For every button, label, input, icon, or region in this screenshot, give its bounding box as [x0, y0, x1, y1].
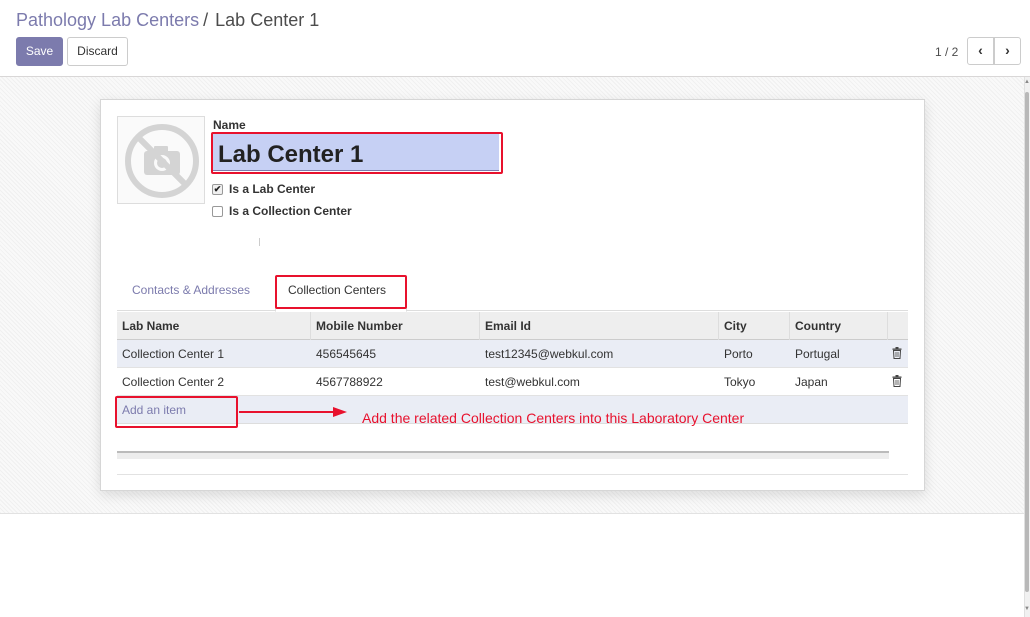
column-header-country[interactable]: Country [790, 312, 888, 340]
annotation-text: Add the related Collection Centers into … [362, 410, 745, 426]
is-lab-center-row: ✔ Is a Lab Center [212, 182, 315, 196]
is-lab-center-checkbox[interactable]: ✔ [212, 183, 223, 195]
tab-contacts-addresses[interactable]: Contacts & Addresses [132, 283, 250, 297]
camera-placeholder-icon [125, 124, 199, 198]
scrollbar-thumb[interactable] [1025, 92, 1029, 592]
is-collection-center-checkbox[interactable] [212, 205, 223, 217]
table-footer [117, 451, 889, 459]
table-row[interactable]: Collection Center 2 4567788922 test@webk… [117, 368, 908, 396]
avatar-image[interactable] [117, 116, 205, 204]
discard-button[interactable]: Discard [67, 37, 128, 66]
is-lab-center-label: Is a Lab Center [229, 182, 316, 196]
breadcrumb-parent-link[interactable]: Pathology Lab Centers [16, 10, 199, 30]
cell-lab-name: Collection Center 1 [122, 347, 225, 361]
chevron-left-icon: ‹ [978, 42, 983, 58]
name-label: Name [213, 118, 246, 132]
is-collection-center-label: Is a Collection Center [229, 204, 352, 218]
pager-value[interactable]: 1 / 2 [935, 45, 958, 59]
tab-highlight-box [275, 275, 407, 309]
cell-email-id: test@webkul.com [485, 375, 580, 389]
column-header-mobile-number[interactable]: Mobile Number [311, 312, 480, 340]
table-row[interactable]: Collection Center 1 456545645 test12345@… [117, 340, 908, 368]
trash-icon[interactable] [892, 375, 902, 387]
scroll-up-icon[interactable]: ▲ [1024, 79, 1030, 85]
sheet-divider [117, 474, 908, 475]
cell-country: Japan [795, 375, 828, 389]
trash-icon[interactable] [892, 347, 902, 359]
save-button[interactable]: Save [16, 37, 63, 66]
chevron-right-icon: › [1005, 42, 1010, 58]
breadcrumb: Pathology Lab Centers / Lab Center 1 [16, 10, 319, 31]
is-collection-center-row: Is a Collection Center [212, 204, 352, 218]
notebook-tabs: Contacts & Addresses Collection Centers [117, 275, 908, 312]
cell-city: Porto [724, 347, 753, 361]
cell-mobile-number: 456545645 [316, 347, 377, 361]
scroll-down-icon[interactable]: ▼ [1024, 606, 1030, 612]
column-header-city[interactable]: City [719, 312, 790, 340]
pager-next-button[interactable]: › [994, 37, 1021, 65]
column-header-lab-name[interactable]: Lab Name [117, 312, 311, 340]
cell-email-id: test12345@webkul.com [485, 347, 614, 361]
cell-mobile-number: 4567788922 [316, 375, 383, 389]
pager-previous-button[interactable]: ‹ [967, 37, 994, 65]
add-item-highlight-box [115, 396, 238, 428]
annotation-arrow-icon [239, 407, 347, 417]
breadcrumb-current: Lab Center 1 [215, 10, 320, 30]
name-highlight-box [211, 132, 503, 174]
cell-lab-name: Collection Center 2 [122, 375, 225, 389]
breadcrumb-separator: / [203, 10, 209, 30]
cell-country: Portugal [795, 347, 840, 361]
control-panel: Pathology Lab Centers / Lab Center 1 Save… [0, 0, 1030, 77]
table-header: Lab Name Mobile Number Email Id City Cou… [117, 312, 908, 340]
cell-city: Tokyo [724, 375, 756, 389]
form-sheet: Name Lab Center 1 ✔ Is a Lab Center Is a… [100, 99, 925, 491]
column-header-email-id[interactable]: Email Id [480, 312, 719, 340]
divider-mark [259, 238, 260, 246]
